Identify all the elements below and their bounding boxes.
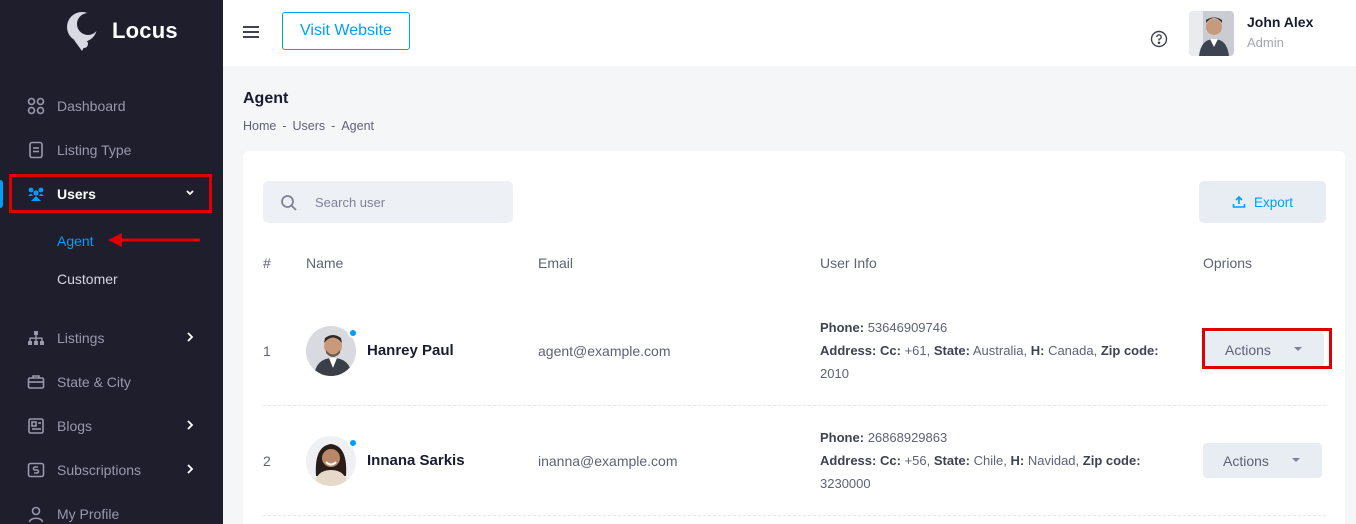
column-header-name: Name <box>306 255 344 271</box>
breadcrumb-agent: Agent <box>341 119 375 133</box>
agent-name[interactable]: Hanrey Paul <box>367 342 454 359</box>
column-header-number: # <box>263 255 271 271</box>
state-value: Chile, <box>973 453 1007 468</box>
dashboard-icon <box>27 97 45 115</box>
agent-user-info: Phone: 53646909746 Address: Cc: +61, Sta… <box>820 316 1165 385</box>
subscription-icon <box>27 461 45 479</box>
agent-name[interactable]: Innana Sarkis <box>367 452 465 469</box>
state-label: State: <box>933 453 970 468</box>
sidebar-item-my-profile[interactable]: My Profile <box>0 492 223 524</box>
zip-value: 2010 <box>820 366 849 381</box>
user-avatar[interactable] <box>1189 11 1234 56</box>
cc-label: Cc: <box>879 343 901 358</box>
sidebar-item-label: My Profile <box>57 506 120 522</box>
sitemap-icon <box>27 329 45 347</box>
row-number: 2 <box>263 453 271 469</box>
agent-avatar[interactable] <box>306 436 358 486</box>
sidebar-subitem-customer[interactable]: Customer <box>57 271 118 287</box>
export-label: Export <box>1253 194 1294 210</box>
breadcrumb-separator: - <box>282 119 287 133</box>
zip-label: Zip code: <box>1082 453 1141 468</box>
user-name: John Alex <box>1247 14 1314 30</box>
briefcase-icon <box>27 373 45 391</box>
h-value: Navidad, <box>1027 453 1080 468</box>
column-header-options: Oprions <box>1203 255 1253 271</box>
online-status-dot <box>348 438 358 448</box>
logo[interactable]: Locus <box>64 8 178 54</box>
chevron-right-icon <box>187 464 194 474</box>
agent-avatar[interactable] <box>306 326 358 376</box>
row-divider <box>263 515 1326 516</box>
breadcrumb-users[interactable]: Users <box>293 119 326 133</box>
search-icon <box>281 195 297 211</box>
upload-icon <box>1232 195 1246 208</box>
zip-value: 3230000 <box>820 476 871 491</box>
breadcrumb-home[interactable]: Home <box>243 119 276 133</box>
cc-label: Cc: <box>879 453 901 468</box>
online-status-dot <box>348 328 358 338</box>
person-icon <box>27 505 45 523</box>
sidebar-item-label: Blogs <box>57 418 93 434</box>
page-title: Agent <box>243 90 289 107</box>
zip-label: Zip code: <box>1100 343 1159 358</box>
sidebar-item-state-city[interactable]: State & City <box>0 360 223 404</box>
cc-value: +56, <box>904 453 931 468</box>
phone-label: Phone: <box>820 320 865 335</box>
logo-text: Locus <box>112 18 178 43</box>
phone-value: 53646909746 <box>867 320 948 335</box>
help-icon[interactable] <box>1150 30 1168 48</box>
column-header-user-info: User Info <box>820 255 877 271</box>
menu-icon[interactable] <box>243 24 259 40</box>
agent-email: inanna@example.com <box>538 453 678 469</box>
actions-label: Actions <box>1223 452 1269 469</box>
user-role: Admin <box>1247 35 1284 50</box>
breadcrumb: Home - Users - Agent <box>243 119 374 133</box>
highlight-box <box>1202 328 1332 369</box>
phone-label: Phone: <box>820 430 865 445</box>
sidebar-item-label: Listings <box>57 330 105 346</box>
actions-dropdown[interactable]: Actions <box>1203 443 1322 478</box>
h-value: Canada, <box>1048 343 1098 358</box>
sidebar-item-label: Dashboard <box>57 98 126 114</box>
search-box[interactable] <box>263 181 513 223</box>
sidebar-item-label: Listing Type <box>57 142 132 158</box>
chevron-right-icon <box>187 332 194 342</box>
breadcrumb-separator: - <box>331 119 336 133</box>
cc-value: +61, <box>904 343 931 358</box>
address-label: Address: <box>820 343 877 358</box>
sidebar-item-dashboard[interactable]: Dashboard <box>0 84 223 128</box>
state-label: State: <box>933 343 970 358</box>
address-label: Address: <box>820 453 877 468</box>
agents-card: Export # Name Email User Info Oprions 1 … <box>243 151 1345 524</box>
export-button[interactable]: Export <box>1199 181 1326 223</box>
sidebar-subitem-agent[interactable]: Agent <box>57 233 94 249</box>
visit-website-button[interactable]: Visit Website <box>282 12 410 50</box>
row-divider <box>263 405 1326 406</box>
column-header-email: Email <box>538 255 574 271</box>
row-number: 1 <box>263 343 271 359</box>
sidebar-item-subscriptions[interactable]: Subscriptions <box>0 448 223 492</box>
document-icon <box>27 141 45 159</box>
sidebar-item-listing-type[interactable]: Listing Type <box>0 128 223 172</box>
state-value: Australia, <box>972 343 1028 358</box>
sidebar-item-label: Subscriptions <box>57 462 142 478</box>
user-avatar-image <box>1189 11 1234 56</box>
top-header: Visit Website John Alex Admin <box>223 0 1356 66</box>
chevron-right-icon <box>187 420 194 430</box>
phone-value: 26868929863 <box>867 430 948 445</box>
logo-icon <box>67 12 99 51</box>
sidebar-item-blogs[interactable]: Blogs <box>0 404 223 448</box>
agent-email: agent@example.com <box>538 343 671 359</box>
agent-user-info: Phone: 26868929863 Address: Cc: +56, Sta… <box>820 426 1165 495</box>
h-label: H: <box>1010 453 1025 468</box>
sidebar-item-label: State & City <box>57 374 131 390</box>
h-label: H: <box>1030 343 1045 358</box>
highlight-box <box>9 174 212 213</box>
pointer-arrow <box>108 233 200 247</box>
newspaper-icon <box>27 417 45 435</box>
sidebar: Locus Dashboard Listing Type Users Agent… <box>0 0 223 524</box>
sidebar-item-listings[interactable]: Listings <box>0 316 223 360</box>
caret-down-icon <box>1292 458 1300 462</box>
search-input[interactable] <box>315 181 505 223</box>
